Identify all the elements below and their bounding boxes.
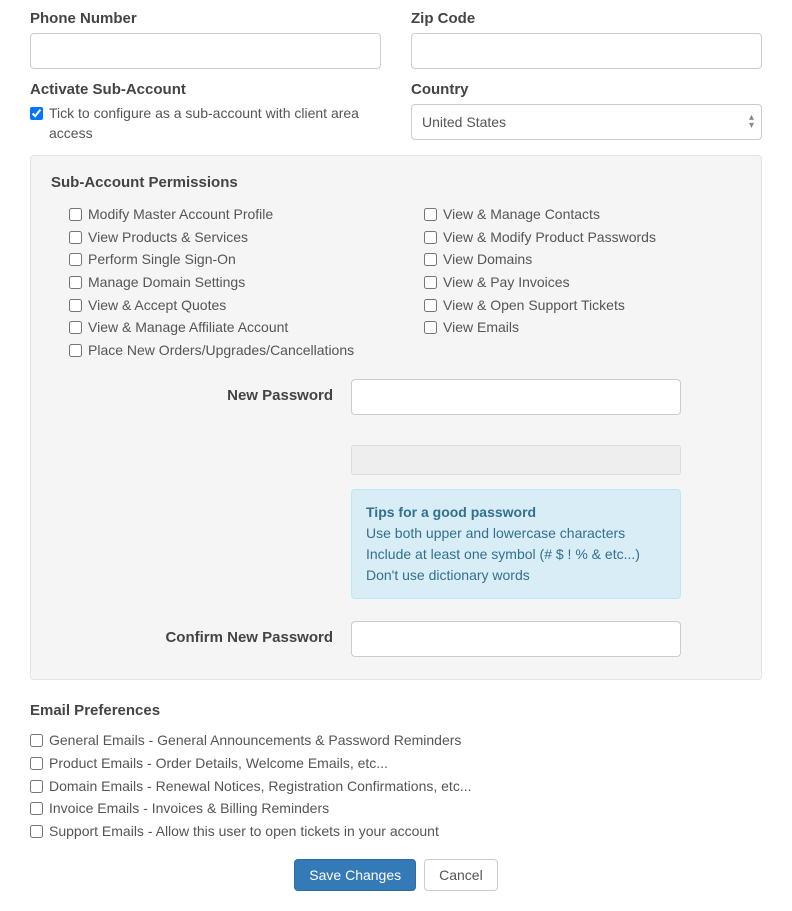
perm-checkbox[interactable] (69, 344, 82, 357)
activate-checkbox-label: Tick to configure as a sub-account with … (49, 104, 381, 143)
pref-checkbox[interactable] (30, 734, 43, 747)
permissions-panel: Sub-Account Permissions Modify Master Ac… (30, 155, 762, 680)
perm-checkbox[interactable] (69, 231, 82, 244)
perm-label: View & Pay Invoices (443, 273, 570, 293)
perm-label: View Domains (443, 250, 532, 270)
perm-checkbox[interactable] (69, 299, 82, 312)
pref-label: Invoice Emails - Invoices & Billing Remi… (49, 799, 329, 819)
cancel-button[interactable]: Cancel (424, 859, 498, 891)
perm-label: View Products & Services (88, 228, 248, 248)
email-prefs-title: Email Preferences (30, 702, 762, 719)
perm-checkbox[interactable] (424, 321, 437, 334)
perm-label: View & Modify Product Passwords (443, 228, 656, 248)
perm-checkbox[interactable] (424, 231, 437, 244)
perm-label: Place New Orders/Upgrades/Cancellations (88, 341, 354, 361)
country-select[interactable]: United States (411, 104, 762, 140)
perm-label: View & Manage Affiliate Account (88, 318, 288, 338)
phone-label: Phone Number (30, 10, 381, 27)
pref-checkbox[interactable] (30, 802, 43, 815)
perm-label: View & Accept Quotes (88, 296, 226, 316)
perm-checkbox[interactable] (69, 253, 82, 266)
perm-label: View & Manage Contacts (443, 205, 600, 225)
perm-label: View Emails (443, 318, 519, 338)
tips-title: Tips for a good password (366, 502, 666, 523)
perm-checkbox[interactable] (69, 208, 82, 221)
perm-label: Perform Single Sign-On (88, 250, 236, 270)
zip-input[interactable] (411, 33, 762, 69)
pref-label: Domain Emails - Renewal Notices, Registr… (49, 777, 472, 797)
phone-input[interactable] (30, 33, 381, 69)
country-label: Country (411, 81, 762, 98)
pref-label: General Emails - General Announcements &… (49, 731, 461, 751)
new-password-input[interactable] (351, 379, 681, 415)
password-tips: Tips for a good password Use both upper … (351, 489, 681, 599)
save-button[interactable]: Save Changes (294, 859, 416, 891)
perm-checkbox[interactable] (69, 321, 82, 334)
activate-label: Activate Sub-Account (30, 81, 381, 98)
pref-label: Support Emails - Allow this user to open… (49, 822, 439, 842)
tips-line: Include at least one symbol (# $ ! % & e… (366, 544, 666, 565)
confirm-password-input[interactable] (351, 621, 681, 657)
pref-checkbox[interactable] (30, 757, 43, 770)
perm-checkbox[interactable] (69, 276, 82, 289)
perm-label: Modify Master Account Profile (88, 205, 273, 225)
pref-checkbox[interactable] (30, 825, 43, 838)
password-strength-bar (351, 445, 681, 475)
zip-label: Zip Code (411, 10, 762, 27)
perm-checkbox[interactable] (424, 299, 437, 312)
tips-line: Don't use dictionary words (366, 565, 666, 586)
activate-checkbox[interactable] (30, 107, 43, 120)
confirm-password-label: Confirm New Password (51, 621, 351, 646)
perm-label: Manage Domain Settings (88, 273, 245, 293)
pref-label: Product Emails - Order Details, Welcome … (49, 754, 388, 774)
pref-checkbox[interactable] (30, 780, 43, 793)
new-password-label: New Password (51, 379, 351, 404)
perm-checkbox[interactable] (424, 276, 437, 289)
perm-checkbox[interactable] (424, 253, 437, 266)
tips-line: Use both upper and lowercase characters (366, 523, 666, 544)
perm-checkbox[interactable] (424, 208, 437, 221)
perm-label: View & Open Support Tickets (443, 296, 625, 316)
permissions-title: Sub-Account Permissions (51, 174, 741, 191)
